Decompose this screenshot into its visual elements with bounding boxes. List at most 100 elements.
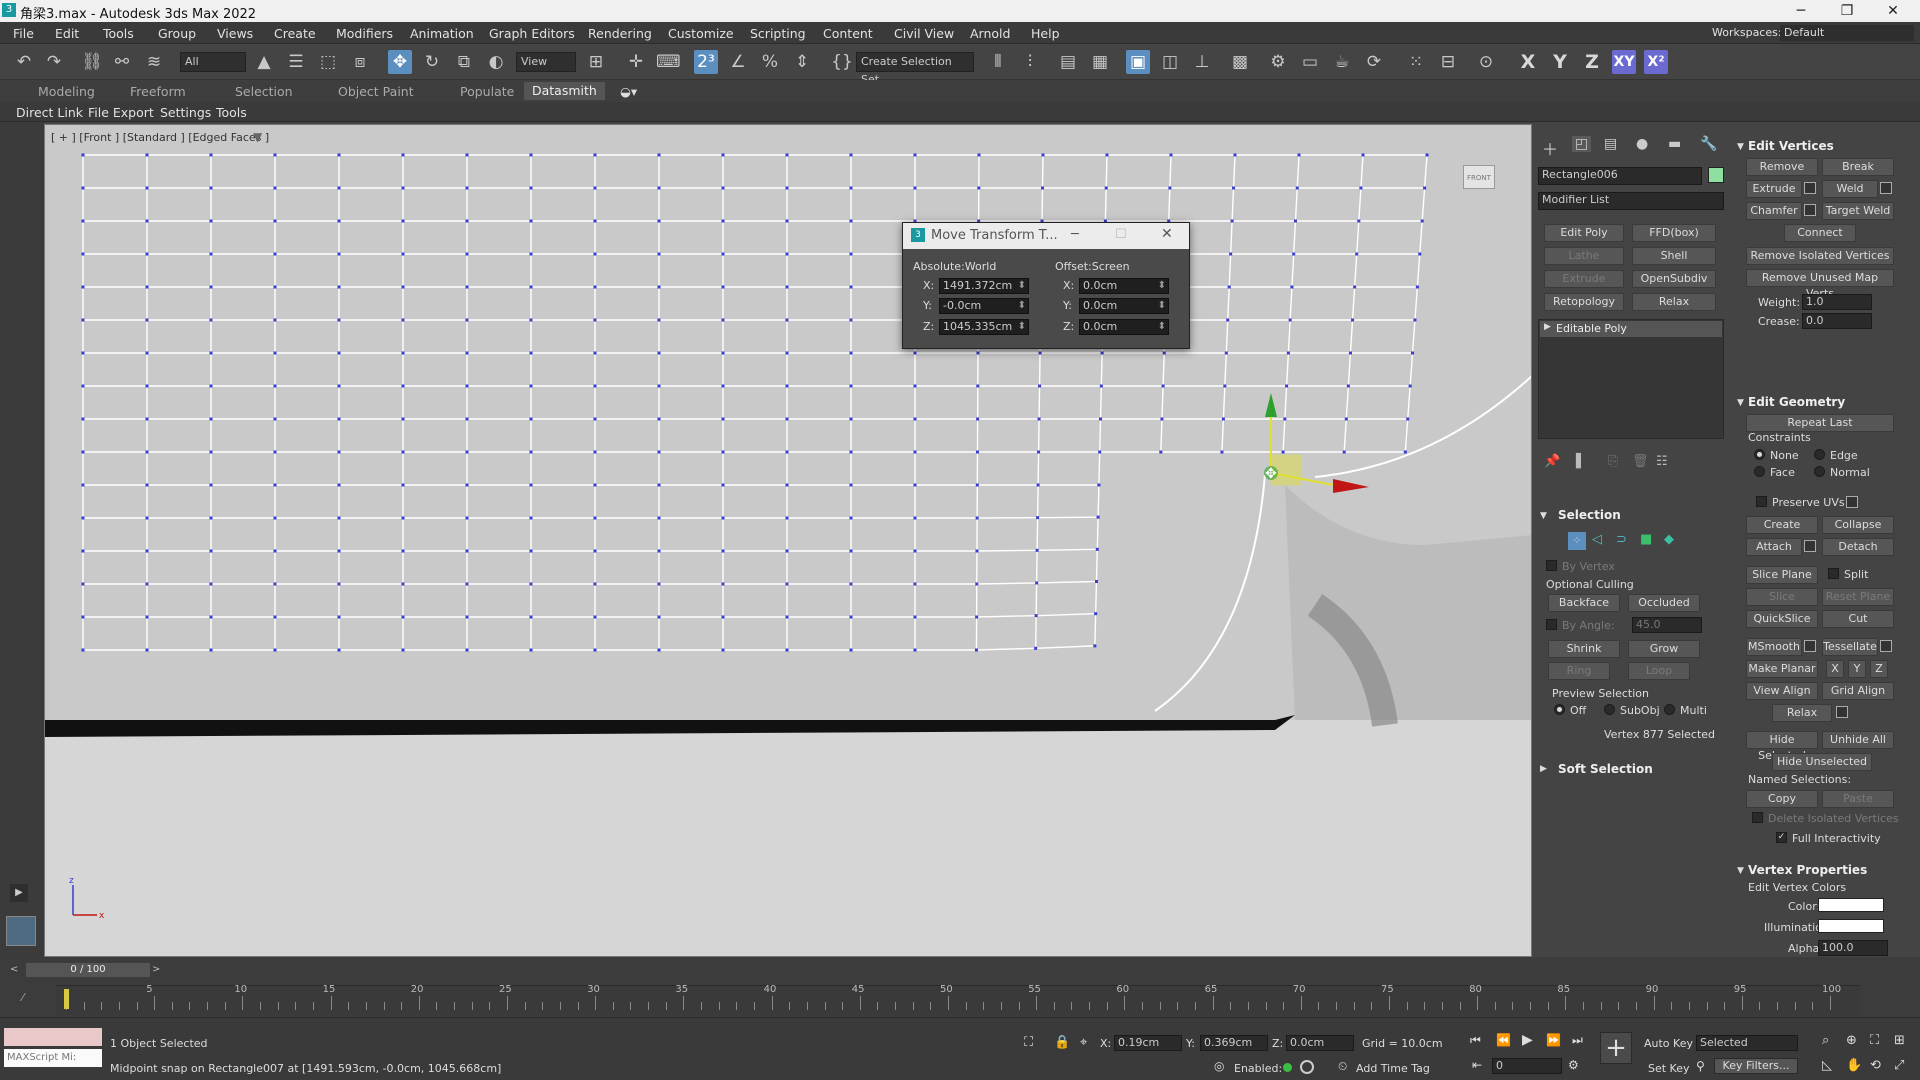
- reset-plane-button[interactable]: Reset Plane: [1822, 588, 1894, 606]
- edit-geometry-collapse-icon[interactable]: ▼: [1737, 398, 1744, 408]
- minimize-button[interactable]: ─: [1778, 0, 1824, 22]
- menu-scripting[interactable]: Scripting: [750, 26, 806, 41]
- menu-arnold[interactable]: Arnold: [970, 26, 1010, 41]
- time-slider-next[interactable]: >: [152, 964, 160, 975]
- expand-layout-icon[interactable]: ▶: [10, 884, 28, 902]
- select-place-icon[interactable]: ◐: [484, 50, 508, 74]
- menu-customize[interactable]: Customize: [668, 26, 734, 41]
- key-mode-dropdown[interactable]: Selected: [1696, 1035, 1798, 1051]
- key-filter-icon[interactable]: ⚲: [1696, 1059, 1705, 1073]
- select-scale-icon[interactable]: ⧉: [452, 50, 476, 74]
- element-subobject-icon[interactable]: ◆: [1664, 532, 1674, 547]
- extrude-settings-icon[interactable]: [1804, 182, 1816, 194]
- attach-button[interactable]: Attach: [1746, 538, 1802, 556]
- grid-snap-icon[interactable]: ⁙: [1404, 50, 1428, 74]
- object-name-field[interactable]: Rectangle006: [1538, 167, 1702, 185]
- msmooth-settings-icon[interactable]: [1804, 640, 1816, 652]
- hide-unselected-button[interactable]: Hide Unselected: [1772, 753, 1872, 771]
- slice-plane-button[interactable]: Slice Plane: [1746, 566, 1818, 584]
- zoom-extents-all-icon[interactable]: ⊞: [1894, 1033, 1905, 1048]
- tab-modeling[interactable]: Modeling: [38, 84, 95, 99]
- filter-icon[interactable]: ▼: [253, 130, 262, 144]
- display-tab-icon[interactable]: ▬: [1668, 136, 1681, 152]
- edge-subobject-icon[interactable]: ◁: [1592, 532, 1602, 547]
- tessellate-settings-icon[interactable]: [1880, 640, 1892, 652]
- menu-content[interactable]: Content: [823, 26, 873, 41]
- break-button[interactable]: Break: [1822, 158, 1894, 176]
- workspace-dropdown[interactable]: Default: [1780, 25, 1914, 41]
- split-checkbox[interactable]: [1828, 568, 1839, 579]
- weld-settings-icon[interactable]: [1880, 182, 1892, 194]
- view-align-button[interactable]: View Align: [1746, 682, 1818, 700]
- select-move-icon[interactable]: ✥: [388, 50, 412, 74]
- time-tag-icon[interactable]: ⏲: [1338, 1059, 1347, 1074]
- tab-selection[interactable]: Selection: [235, 84, 293, 99]
- modify-tab-icon[interactable]: ◰: [1572, 136, 1592, 152]
- loop-button[interactable]: Loop: [1628, 662, 1690, 680]
- planar-z-button[interactable]: Z: [1870, 660, 1888, 678]
- tab-object-paint[interactable]: Object Paint: [338, 84, 414, 99]
- planar-x-button[interactable]: X: [1826, 660, 1844, 678]
- select-rotate-icon[interactable]: ↻: [420, 50, 444, 74]
- selection-collapse-icon[interactable]: ▼: [1540, 511, 1547, 521]
- tessellate-button[interactable]: Tessellate: [1822, 638, 1878, 656]
- preserve-uvs-settings-icon[interactable]: [1846, 496, 1858, 508]
- vertex-properties-collapse-icon[interactable]: ▼: [1737, 866, 1744, 876]
- unlink-icon[interactable]: ⚯: [110, 50, 134, 74]
- alpha-spinner[interactable]: 100.0: [1818, 940, 1888, 956]
- abs-x-spinner[interactable]: 1491.372cm: [939, 278, 1029, 294]
- select-object-icon[interactable]: ▲: [252, 50, 276, 74]
- extrude-modifier-button[interactable]: Extrude: [1544, 270, 1624, 288]
- schematic-view-icon[interactable]: ⊥: [1190, 50, 1214, 74]
- material-editor-icon[interactable]: ▩: [1228, 50, 1252, 74]
- stack-item-editable-poly[interactable]: Editable Poly: [1540, 321, 1722, 337]
- menu-animation[interactable]: Animation: [410, 26, 474, 41]
- ribbon-options-icon[interactable]: ◒▾: [620, 84, 637, 99]
- attach-settings-icon[interactable]: [1804, 540, 1816, 552]
- z-coord-field[interactable]: 0.0cm: [1286, 1035, 1354, 1051]
- ring-button[interactable]: Ring: [1548, 662, 1610, 680]
- menu-views[interactable]: Views: [217, 26, 253, 41]
- pin-stack-icon[interactable]: 📌: [1544, 454, 1560, 469]
- track-bar[interactable]: 5 10 15 20 25 30 35 40 45 50 55 60 65 70 75 80 85 90 95 100: [56, 984, 1860, 1015]
- copy-button[interactable]: Copy: [1746, 790, 1818, 808]
- preview-off-radio[interactable]: [1554, 704, 1565, 715]
- pan-view-icon[interactable]: ✋: [1846, 1058, 1862, 1073]
- mesh-canvas[interactable]: ✥ z x: [45, 125, 1532, 957]
- shell-button[interactable]: Shell: [1632, 247, 1716, 265]
- menu-civil-view[interactable]: Civil View: [894, 26, 954, 41]
- edit-geometry-rollout-title[interactable]: Edit Geometry: [1748, 395, 1845, 409]
- shrink-button[interactable]: Shrink: [1548, 640, 1620, 658]
- target-weld-button[interactable]: Target Weld: [1822, 202, 1894, 220]
- pivot-center-icon[interactable]: ⊞: [584, 50, 608, 74]
- remove-button[interactable]: Remove: [1746, 158, 1818, 176]
- show-end-result-icon[interactable]: ▌: [1576, 454, 1586, 469]
- time-config-icon[interactable]: ⚙: [1568, 1058, 1579, 1072]
- unhide-all-button[interactable]: Unhide All: [1822, 731, 1894, 749]
- direct-link-button[interactable]: Direct Link: [16, 105, 83, 120]
- y-coord-field[interactable]: 0.369cm: [1200, 1035, 1268, 1051]
- off-z-spinner[interactable]: 0.0cm: [1079, 319, 1169, 335]
- remove-modifier-icon[interactable]: 🗑: [1632, 454, 1649, 469]
- enabled-indicator[interactable]: [1283, 1063, 1292, 1072]
- edit-vertices-collapse-icon[interactable]: ▼: [1737, 142, 1744, 152]
- zoom-extents-icon[interactable]: ⛶: [1870, 1033, 1879, 1048]
- close-button[interactable]: ✕: [1870, 0, 1916, 22]
- preview-multi-radio[interactable]: [1664, 704, 1675, 715]
- window-crossing-icon[interactable]: ⧈: [348, 50, 372, 74]
- tab-freeform[interactable]: Freeform: [130, 84, 186, 99]
- maximize-viewport-icon[interactable]: ⤢: [1894, 1058, 1904, 1073]
- keyboard-shortcut-override-icon[interactable]: ⌨: [656, 50, 681, 74]
- orbit-icon[interactable]: ⟲: [1870, 1058, 1881, 1073]
- field-of-view-icon[interactable]: ◺: [1822, 1058, 1832, 1073]
- edit-poly-button[interactable]: Edit Poly: [1544, 224, 1624, 242]
- percent-snap-icon[interactable]: %: [758, 50, 782, 74]
- menu-create[interactable]: Create: [274, 26, 316, 41]
- abs-z-spinner[interactable]: 1045.335cm: [939, 319, 1029, 335]
- retopology-button[interactable]: Retopology: [1544, 293, 1624, 311]
- occluded-button[interactable]: Occluded: [1628, 594, 1700, 612]
- lathe-button[interactable]: Lathe: [1544, 247, 1624, 265]
- by-angle-spinner[interactable]: 45.0: [1632, 617, 1702, 633]
- make-planar-button[interactable]: Make Planar: [1746, 660, 1818, 678]
- remove-unused-map-verts-button[interactable]: Remove Unused Map Verts: [1746, 269, 1894, 300]
